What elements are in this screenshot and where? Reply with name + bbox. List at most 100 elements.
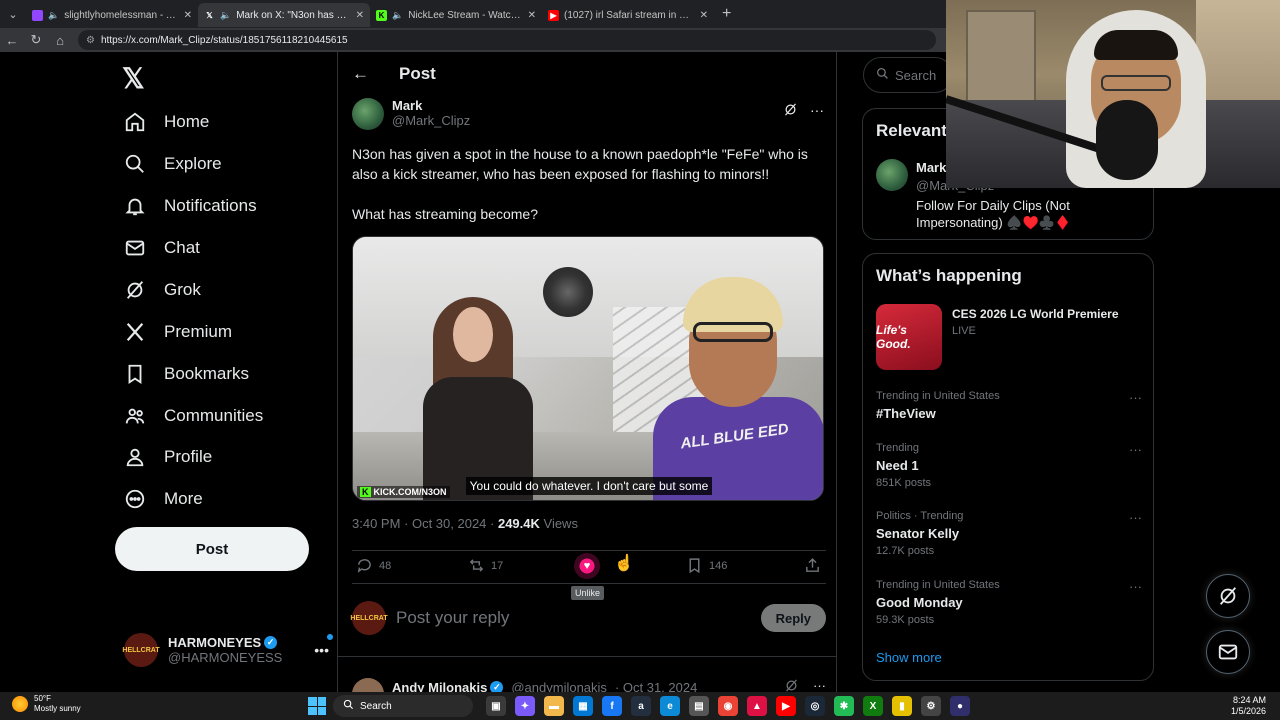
reply-author-name[interactable]: Andy Milonakis ✓ <box>392 680 504 692</box>
system-clock[interactable]: 8:24 AM 1/5/2026 <box>1231 695 1266 717</box>
back-arrow-icon[interactable]: ← <box>352 64 369 84</box>
bookmark-button[interactable]: 146 <box>686 557 727 574</box>
xbox-icon[interactable]: X <box>863 696 883 716</box>
reload-icon[interactable]: ↻ <box>24 32 48 48</box>
avatar: HELLCRAT <box>122 633 160 667</box>
nav-item-bookmarks[interactable]: Bookmarks <box>124 354 249 394</box>
author-avatar[interactable] <box>352 98 384 130</box>
post-timestamp[interactable]: 3:40 PM · Oct 30, 2024 · <box>352 516 498 531</box>
panel-title: What’s happening <box>876 266 1022 285</box>
nav-item-more[interactable]: More <box>124 479 203 519</box>
trend-context: Trending <box>876 442 920 454</box>
show-more-link[interactable]: Show more <box>876 650 942 665</box>
tab-title: NickLee Stream - Watch Live o <box>408 9 522 21</box>
account-more-icon[interactable]: ••• <box>314 634 333 658</box>
tab-close-icon[interactable]: ✕ <box>528 10 536 21</box>
browser-tab-active[interactable]: 𝕏 🔈 Mark on X: "N3on has given a ✕ <box>198 3 370 27</box>
new-tab-button[interactable]: + <box>722 5 731 23</box>
author-handle[interactable]: @Mark_Clipz <box>392 113 775 128</box>
browser-tab[interactable]: 🔈 slightlyhomelessman - Twitch ✕ <box>26 3 198 27</box>
weather-widget[interactable]: 50°F Mostly sunny <box>12 694 81 714</box>
reply-button[interactable]: 48 <box>356 557 391 574</box>
app-icon[interactable]: ✱ <box>834 696 854 716</box>
messages-float-button[interactable] <box>1206 630 1250 674</box>
file-explorer-icon[interactable]: ▬ <box>544 696 564 716</box>
calculator-icon[interactable]: ▤ <box>689 696 709 716</box>
tab-close-icon[interactable]: ✕ <box>700 10 708 21</box>
event-thumbnail[interactable]: Life's Good. <box>876 304 942 370</box>
notification-dot <box>327 634 333 640</box>
nav-item-profile[interactable]: Profile <box>124 437 212 477</box>
url-field[interactable]: ⚙ https://x.com/Mark_Clipz/status/185175… <box>78 30 936 50</box>
tab-close-icon[interactable]: ✕ <box>356 10 364 21</box>
x-logo-icon[interactable]: 𝕏 <box>122 62 145 95</box>
reply-submit-button[interactable]: Reply <box>760 604 826 632</box>
chrome-icon[interactable]: ◉ <box>718 696 738 716</box>
amazon-icon[interactable]: a <box>631 696 651 716</box>
trend-more-icon[interactable]: ··· <box>1129 442 1142 457</box>
nav-label: Profile <box>164 447 213 466</box>
mail-icon <box>124 237 146 259</box>
edge-icon[interactable]: e <box>660 696 680 716</box>
account-switcher[interactable]: HELLCRAT HARMONEYES ✓ @HARMONEYESS ••• <box>122 628 333 672</box>
reply-item[interactable]: Andy Milonakis ✓ @andymilonakis · Oct 31,… <box>352 664 826 692</box>
trend-more-icon[interactable]: ··· <box>1129 510 1142 525</box>
post-button[interactable]: Post <box>115 527 309 571</box>
back-icon[interactable]: ← <box>0 33 24 48</box>
page-title: Post <box>399 64 436 83</box>
post-text: N3on has given a spot in the house to a … <box>352 146 808 222</box>
nav-item-home[interactable]: Home <box>124 102 209 142</box>
nav-item-notifications[interactable]: Notifications <box>124 186 257 226</box>
trend-item[interactable]: Trending in United States #TheView ··· <box>876 390 1142 421</box>
steam-icon[interactable]: ◎ <box>805 696 825 716</box>
reply-more-icon[interactable]: ··· <box>813 678 826 692</box>
tab-search-chevron-icon[interactable]: ⌄ <box>0 0 26 28</box>
trend-more-icon[interactable]: ··· <box>1129 390 1142 405</box>
kick-favicon-icon: K <box>376 9 387 21</box>
trend-item[interactable]: Trending Need 1 851K posts ··· <box>876 442 1142 489</box>
nav-item-communities[interactable]: Communities <box>124 396 263 436</box>
post-video[interactable]: ALL BLUE EED You could do whatever. I do… <box>352 236 824 501</box>
trend-item[interactable]: Politics · Trending Senator Kelly 12.7K … <box>876 510 1142 557</box>
taskbar-search[interactable]: Search <box>333 695 473 717</box>
nav-item-explore[interactable]: Explore <box>124 144 222 184</box>
obs-icon[interactable]: ● <box>950 696 970 716</box>
reply-input[interactable]: Post your reply <box>396 608 751 628</box>
youtube-icon[interactable]: ▶ <box>776 696 796 716</box>
home-browser-icon[interactable]: ⌂ <box>48 33 72 48</box>
grok-float-button[interactable] <box>1206 574 1250 618</box>
task-view-icon[interactable]: ▣ <box>486 696 506 716</box>
site-info-icon[interactable]: ⚙ <box>86 35 95 46</box>
repost-button[interactable]: 17 <box>468 557 503 574</box>
vlc-icon[interactable]: ▲ <box>747 696 767 716</box>
grok-icon[interactable] <box>783 102 798 120</box>
trend-more-icon[interactable]: ··· <box>1129 579 1142 594</box>
share-button[interactable] <box>804 557 821 574</box>
search-input[interactable]: Search <box>863 57 953 93</box>
trend-item[interactable]: Trending in United States Good Monday 59… <box>876 579 1142 626</box>
avatar[interactable] <box>352 678 384 692</box>
nav-item-premium[interactable]: Premium <box>124 312 232 352</box>
author-name[interactable]: Mark <box>392 98 775 113</box>
store-icon[interactable]: ▦ <box>573 696 593 716</box>
facebook-icon[interactable]: f <box>602 696 622 716</box>
event-title[interactable]: CES 2026 LG World Premiere <box>952 307 1119 321</box>
post-more-icon[interactable]: ··· <box>810 102 824 120</box>
verified-badge-icon: ✓ <box>264 636 278 649</box>
clock-time: 8:24 AM <box>1232 695 1266 705</box>
windows-start-icon[interactable] <box>308 697 326 715</box>
settings-icon[interactable]: ⚙ <box>921 696 941 716</box>
avatar[interactable] <box>876 159 908 191</box>
nav-item-grok[interactable]: Grok <box>124 270 201 310</box>
grok-icon[interactable] <box>784 678 799 692</box>
reply-author-handle[interactable]: @andymilonakis <box>511 680 607 693</box>
relevant-user-name[interactable]: Mark <box>916 160 946 175</box>
like-button[interactable]: ♥ <box>574 553 600 583</box>
tab-close-icon[interactable]: ✕ <box>184 10 192 21</box>
browser-tab[interactable]: K 🔈 NickLee Stream - Watch Live o ✕ <box>370 3 542 27</box>
browser-tab[interactable]: ▶ (1027) irl Safari stream in Okla ✕ <box>542 3 714 27</box>
nav-item-chat[interactable]: Chat <box>124 228 200 268</box>
search-placeholder: Search <box>895 67 937 83</box>
copilot-icon[interactable]: ✦ <box>515 696 535 716</box>
notes-icon[interactable]: ▮ <box>892 696 912 716</box>
